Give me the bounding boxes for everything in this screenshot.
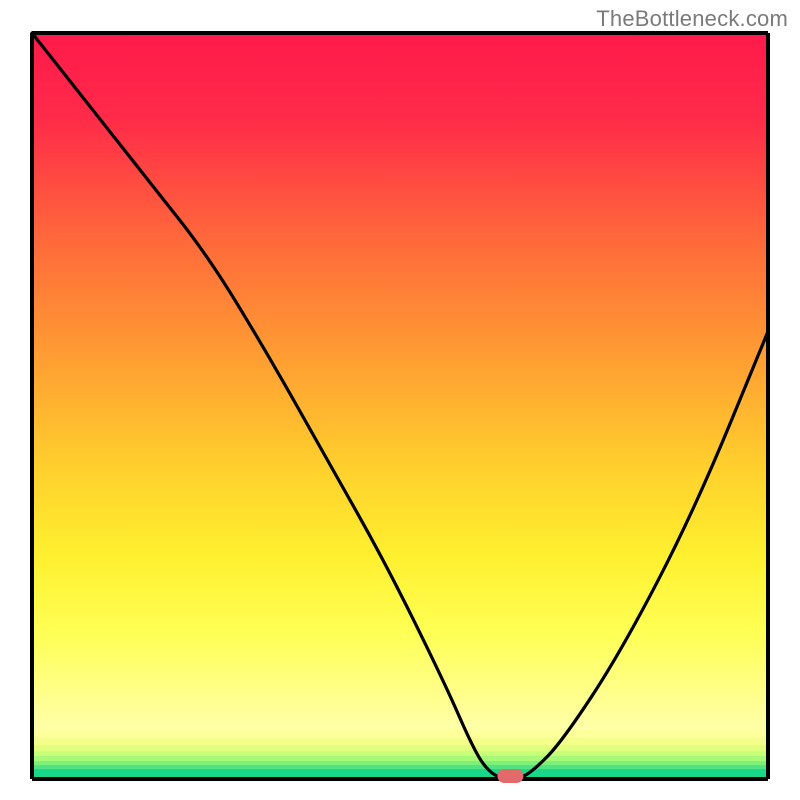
bottom-bands	[32, 730, 768, 779]
bottleneck-chart	[0, 0, 800, 800]
attribution-text: TheBottleneck.com	[596, 6, 788, 32]
optimal-point-marker	[497, 769, 523, 783]
gradient-area	[32, 33, 768, 730]
chart-container: TheBottleneck.com	[0, 0, 800, 800]
